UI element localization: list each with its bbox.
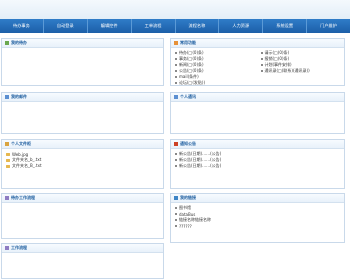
list-item[interactable]: 论坛(□(发贴)) xyxy=(175,80,255,86)
panel-todo: 我的待办 xyxy=(1,38,164,86)
flow-icon xyxy=(5,196,9,200)
nav-item-6[interactable]: 人力资源 xyxy=(219,19,264,33)
empty-area xyxy=(170,247,345,279)
panel-title[interactable]: 待办工作流程 xyxy=(11,195,35,201)
panel-files: 个人文件柜 Web.jpg 文件夹名_b_.txt 文件夹名_B_.txt xyxy=(1,139,164,189)
checkbox-icon xyxy=(175,58,177,60)
list-item[interactable]: 新公告(日期)……(公告) xyxy=(175,163,340,169)
panel-title[interactable]: 我的链接 xyxy=(180,195,196,201)
list-item[interactable]: ?????? xyxy=(175,223,340,229)
file-icon xyxy=(6,158,10,162)
list-icon xyxy=(5,41,9,45)
checkbox-icon xyxy=(260,58,263,60)
checkbox-icon xyxy=(260,64,263,66)
link-bullet-icon xyxy=(175,207,177,209)
panel-links: 我的链接 图书馆 dataBus 链接名称链接名称 ?????? xyxy=(170,193,345,243)
checkbox-icon xyxy=(260,70,263,72)
nav-item-2[interactable]: 自动登录 xyxy=(44,19,88,33)
top-banner xyxy=(0,0,350,19)
flow-icon xyxy=(5,246,9,250)
panel-notice: 通知公告 新公告(日期)……(公告) 新公告(日期)……(公告) 新公告(日期)… xyxy=(170,139,345,189)
checkbox-icon xyxy=(260,52,263,54)
panel-title[interactable]: 工作流程 xyxy=(11,245,27,251)
file-icon xyxy=(6,164,10,168)
nav-item-4[interactable]: 工单流程 xyxy=(132,19,176,33)
main-nav: 待办事务 自动登录 编辑控件 工单流程 流程名称 人力资源 系统设置 门户维护 xyxy=(0,19,350,33)
panel-title[interactable]: 我的邮件 xyxy=(11,94,27,100)
checkbox-icon xyxy=(175,76,177,78)
star-icon xyxy=(174,41,178,45)
panel-tasks: 待办工作流程 xyxy=(1,193,164,239)
link-bullet-icon xyxy=(175,219,177,221)
list-item[interactable]: 文件夹名_B_.txt xyxy=(6,163,159,169)
link-bullet-icon xyxy=(175,213,177,215)
panel-mail: 我的邮件 xyxy=(1,92,164,134)
checkbox-icon xyxy=(175,82,177,84)
panel-common: 常用功能 待办(□(0)条) 事务(□(0)条) 新闻(□(0)条) 公告(□(… xyxy=(170,38,345,86)
megaphone-icon xyxy=(174,142,178,146)
nav-item-1[interactable]: 待办事务 xyxy=(0,19,44,33)
link-icon xyxy=(174,196,178,200)
nav-item-8[interactable]: 门户维护 xyxy=(307,19,350,33)
bullet-icon xyxy=(175,159,177,161)
bullet-icon xyxy=(175,153,177,155)
nav-item-3[interactable]: 编辑控件 xyxy=(88,19,132,33)
panel-title[interactable]: 个人通讯 xyxy=(180,94,196,100)
cabinet-icon xyxy=(5,142,9,146)
panel-title[interactable]: 个人文件柜 xyxy=(11,141,31,147)
checkbox-icon xyxy=(175,52,177,54)
nav-item-5[interactable]: 流程名称 xyxy=(176,19,220,33)
panel-title[interactable]: 通知公告 xyxy=(180,141,196,147)
contact-icon xyxy=(174,95,178,99)
bullet-icon xyxy=(175,165,177,167)
list-item[interactable]: 通讯录(□(联系)(通讯录)) xyxy=(260,68,341,74)
panel-workflow: 工作流程 xyxy=(1,243,164,279)
mail-icon xyxy=(5,95,9,99)
file-icon xyxy=(6,152,10,156)
nav-item-7[interactable]: 系统设置 xyxy=(263,19,308,33)
checkbox-icon xyxy=(175,64,177,66)
checkbox-icon xyxy=(175,70,177,72)
panel-contacts: 个人通讯 xyxy=(170,92,345,134)
panel-title[interactable]: 常用功能 xyxy=(180,40,196,46)
panel-title[interactable]: 我的待办 xyxy=(11,40,27,46)
link-bullet-icon xyxy=(175,225,177,227)
